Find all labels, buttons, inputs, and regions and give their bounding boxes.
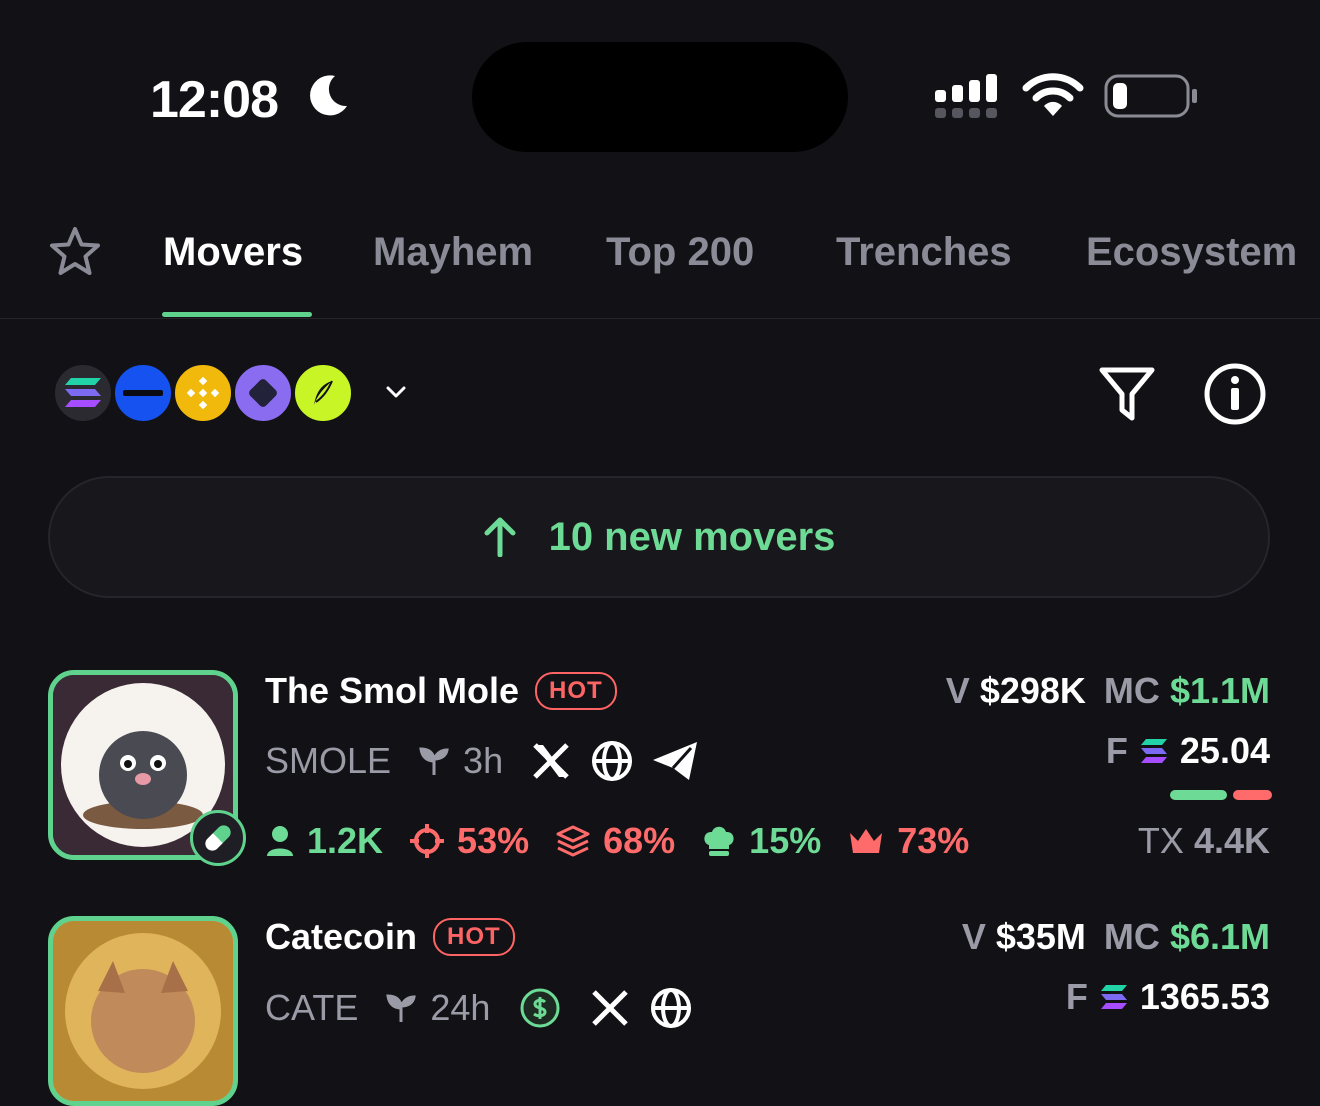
tab-mayhem[interactable]: Mayhem xyxy=(373,230,533,275)
tx-line: TX 4.4K xyxy=(1138,820,1270,862)
robinhood-chain-icon xyxy=(292,362,354,424)
token-age: 3h xyxy=(463,740,504,781)
mc-label: MC xyxy=(1103,916,1160,957)
tab-top-200[interactable]: Top 200 xyxy=(606,230,754,275)
volume-mc-line: V $298K MC $1.1M xyxy=(946,670,1270,712)
cellular-signal-icon xyxy=(935,74,997,118)
info-icon[interactable] xyxy=(1203,362,1267,426)
star-icon[interactable] xyxy=(48,226,102,278)
arrow-up-icon xyxy=(484,517,516,557)
telegram-icon[interactable] xyxy=(651,740,699,782)
abstract-chain-icon xyxy=(232,362,294,424)
chef-hat-icon xyxy=(704,826,734,856)
fees-label: F xyxy=(1065,976,1088,1017)
crown-icon xyxy=(850,829,883,853)
battery-icon xyxy=(1104,74,1197,118)
solana-icon xyxy=(1100,985,1127,1009)
sprout-icon xyxy=(386,994,417,1022)
filter-icon[interactable] xyxy=(1096,362,1158,424)
holders-icon xyxy=(267,826,293,856)
volume-label: V xyxy=(961,916,986,957)
new-movers-text: 10 new movers xyxy=(548,514,836,559)
token-avatar xyxy=(48,916,238,1106)
token-name: Catecoin xyxy=(265,916,418,957)
volume-value: $35M xyxy=(995,916,1086,957)
chevron-down-icon[interactable] xyxy=(384,380,408,404)
volume-mc-line: V $35M MC $6.1M xyxy=(962,916,1270,958)
dynamic-island xyxy=(472,42,848,152)
tab-ecosystem[interactable]: Ecosystem xyxy=(1086,230,1297,275)
fees-label: F xyxy=(1105,730,1128,771)
crosshair-icon xyxy=(410,824,445,858)
top-holders-percent: 68% xyxy=(603,820,676,861)
base-chain-icon xyxy=(112,362,174,424)
volume-label: V xyxy=(945,670,970,711)
dollar-coin-icon xyxy=(520,988,560,1028)
tab-movers[interactable]: Movers xyxy=(163,230,303,275)
hot-badge: HOT xyxy=(433,918,515,956)
active-tab-indicator xyxy=(162,312,312,317)
tab-trenches[interactable]: Trenches xyxy=(836,230,1012,275)
tx-label: TX xyxy=(1137,820,1184,861)
pill-icon xyxy=(190,810,246,866)
fees-line: F 1365.53 xyxy=(1066,976,1270,1018)
mc-value: $6.1M xyxy=(1169,916,1270,957)
token-name: The Smol Mole xyxy=(265,670,520,711)
layers-icon xyxy=(556,825,590,857)
wifi-icon xyxy=(1022,73,1084,116)
sell-ratio-bar xyxy=(1233,790,1272,800)
dev-percent: 15% xyxy=(749,820,822,861)
x-twitter-icon[interactable] xyxy=(531,741,571,781)
buy-ratio-bar xyxy=(1170,790,1227,800)
solana-chain-icon xyxy=(52,362,114,424)
fees-value: 1365.53 xyxy=(1139,976,1270,1017)
tx-value: 4.4K xyxy=(1193,820,1270,861)
snipers-percent: 53% xyxy=(457,820,530,861)
x-twitter-icon[interactable] xyxy=(590,988,630,1028)
mc-value: $1.1M xyxy=(1169,670,1270,711)
fees-value: 25.04 xyxy=(1179,730,1270,771)
volume-value: $298K xyxy=(979,670,1086,711)
globe-icon[interactable] xyxy=(650,987,692,1029)
moon-icon xyxy=(310,75,347,116)
status-time: 12:08 xyxy=(150,71,279,129)
insiders-percent: 73% xyxy=(897,820,970,861)
token-age: 24h xyxy=(430,987,491,1028)
globe-icon[interactable] xyxy=(591,740,633,782)
hot-badge: HOT xyxy=(535,672,617,710)
sprout-icon xyxy=(419,747,449,775)
holders-count: 1.2K xyxy=(307,820,384,861)
token-ticker: CATE xyxy=(265,987,359,1028)
solana-icon xyxy=(1140,739,1167,763)
new-movers-banner[interactable]: 10 new movers xyxy=(48,476,1270,598)
mc-label: MC xyxy=(1103,670,1160,711)
token-ticker: SMOLE xyxy=(265,740,392,781)
bnb-chain-icon xyxy=(172,362,234,424)
fees-line: F 25.04 xyxy=(1106,730,1270,772)
